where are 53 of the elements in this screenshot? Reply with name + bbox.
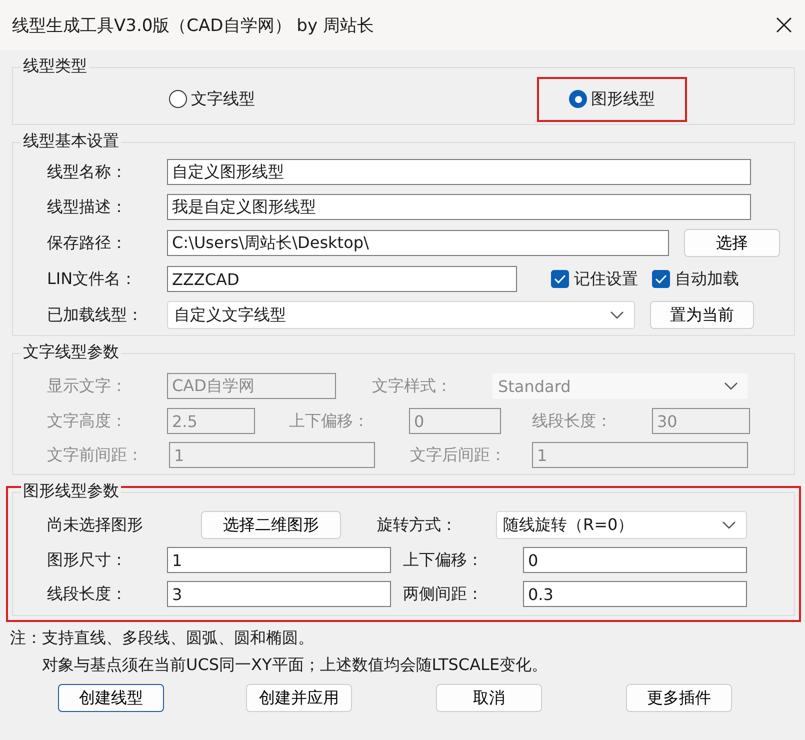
name-field[interactable]: 自定义图形线型 — [167, 159, 751, 185]
field-label: 显示文字： — [47, 376, 128, 396]
chevron-down-icon — [724, 382, 738, 390]
radio-option[interactable]: 图形线型 — [537, 76, 687, 122]
chevron-down-icon — [610, 311, 624, 319]
offset-field[interactable]: 0 — [523, 547, 747, 573]
radio-button[interactable] — [569, 90, 587, 108]
field-label: 文字样式： — [372, 376, 453, 396]
action-button[interactable]: 创建线型 — [58, 684, 164, 712]
segment-length-field[interactable]: 3 — [167, 581, 391, 607]
browse-button[interactable]: 选择 — [684, 229, 780, 257]
field-label: 上下偏移： — [403, 550, 484, 570]
lin-filename-field[interactable]: ZZZCAD — [167, 266, 517, 292]
field-label: 线型描述： — [47, 196, 128, 218]
field-label: 图形尺寸： — [47, 550, 128, 570]
action-button[interactable]: 取消 — [436, 684, 542, 712]
chevron-down-icon — [722, 521, 736, 529]
set-current-button[interactable]: 置为当前 — [650, 301, 754, 329]
field-label: 保存路径： — [47, 232, 128, 254]
action-button[interactable]: 创建并应用 — [246, 684, 352, 712]
field-label: 上下偏移： — [289, 410, 370, 432]
note-text: 对象与基点须在当前UCS同一XY平面；上述数值均会随LTSCALE变化。 — [42, 655, 549, 676]
field-label: 线型名称： — [47, 162, 128, 182]
note-text: 支持直线、多段线、圆弧、圆和椭圆。 — [42, 628, 315, 649]
select-shape-button[interactable]: 选择二维图形 — [201, 511, 341, 539]
status-text: 尚未选择图形 — [47, 514, 144, 536]
checkbox[interactable] — [652, 270, 670, 288]
loaded-linetype-dropdown[interactable]: 自定义文字线型 — [167, 301, 635, 329]
check-icon — [554, 274, 566, 284]
rotation-dropdown[interactable]: 随线旋转（R=0） — [496, 511, 747, 539]
action-button[interactable]: 更多插件 — [626, 684, 732, 712]
note-prefix: 注： — [10, 628, 42, 649]
path-field[interactable]: C:\Users\周站长\Desktop\ — [167, 230, 669, 256]
field-label: LIN文件名： — [47, 268, 138, 290]
close-icon[interactable] — [775, 16, 793, 34]
window-title: 线型生成工具V3.0版（CAD自学网） by 周站长 — [12, 14, 374, 36]
description-field[interactable]: 我是自定义图形线型 — [167, 194, 751, 220]
radio-button[interactable] — [169, 90, 187, 108]
field-label: 文字后间距： — [410, 444, 507, 466]
field-label: 已加载线型： — [47, 304, 144, 326]
field-label: 文字前间距： — [47, 444, 144, 466]
checkbox-option[interactable]: 记住设置 — [551, 268, 638, 290]
field-label: 线段长度： — [47, 584, 128, 604]
field-label: 旋转方式： — [377, 514, 458, 536]
check-icon — [655, 274, 667, 284]
shape-size-field[interactable]: 1 — [167, 547, 391, 573]
checkbox[interactable] — [551, 270, 569, 288]
radio-option[interactable]: 文字线型 — [137, 76, 287, 122]
field-label: 两侧间距： — [403, 584, 484, 604]
field-label: 线段长度： — [532, 410, 613, 432]
field-label: 文字高度： — [47, 410, 128, 432]
side-gap-field[interactable]: 0.3 — [523, 581, 747, 607]
checkbox-option[interactable]: 自动加载 — [652, 268, 739, 290]
